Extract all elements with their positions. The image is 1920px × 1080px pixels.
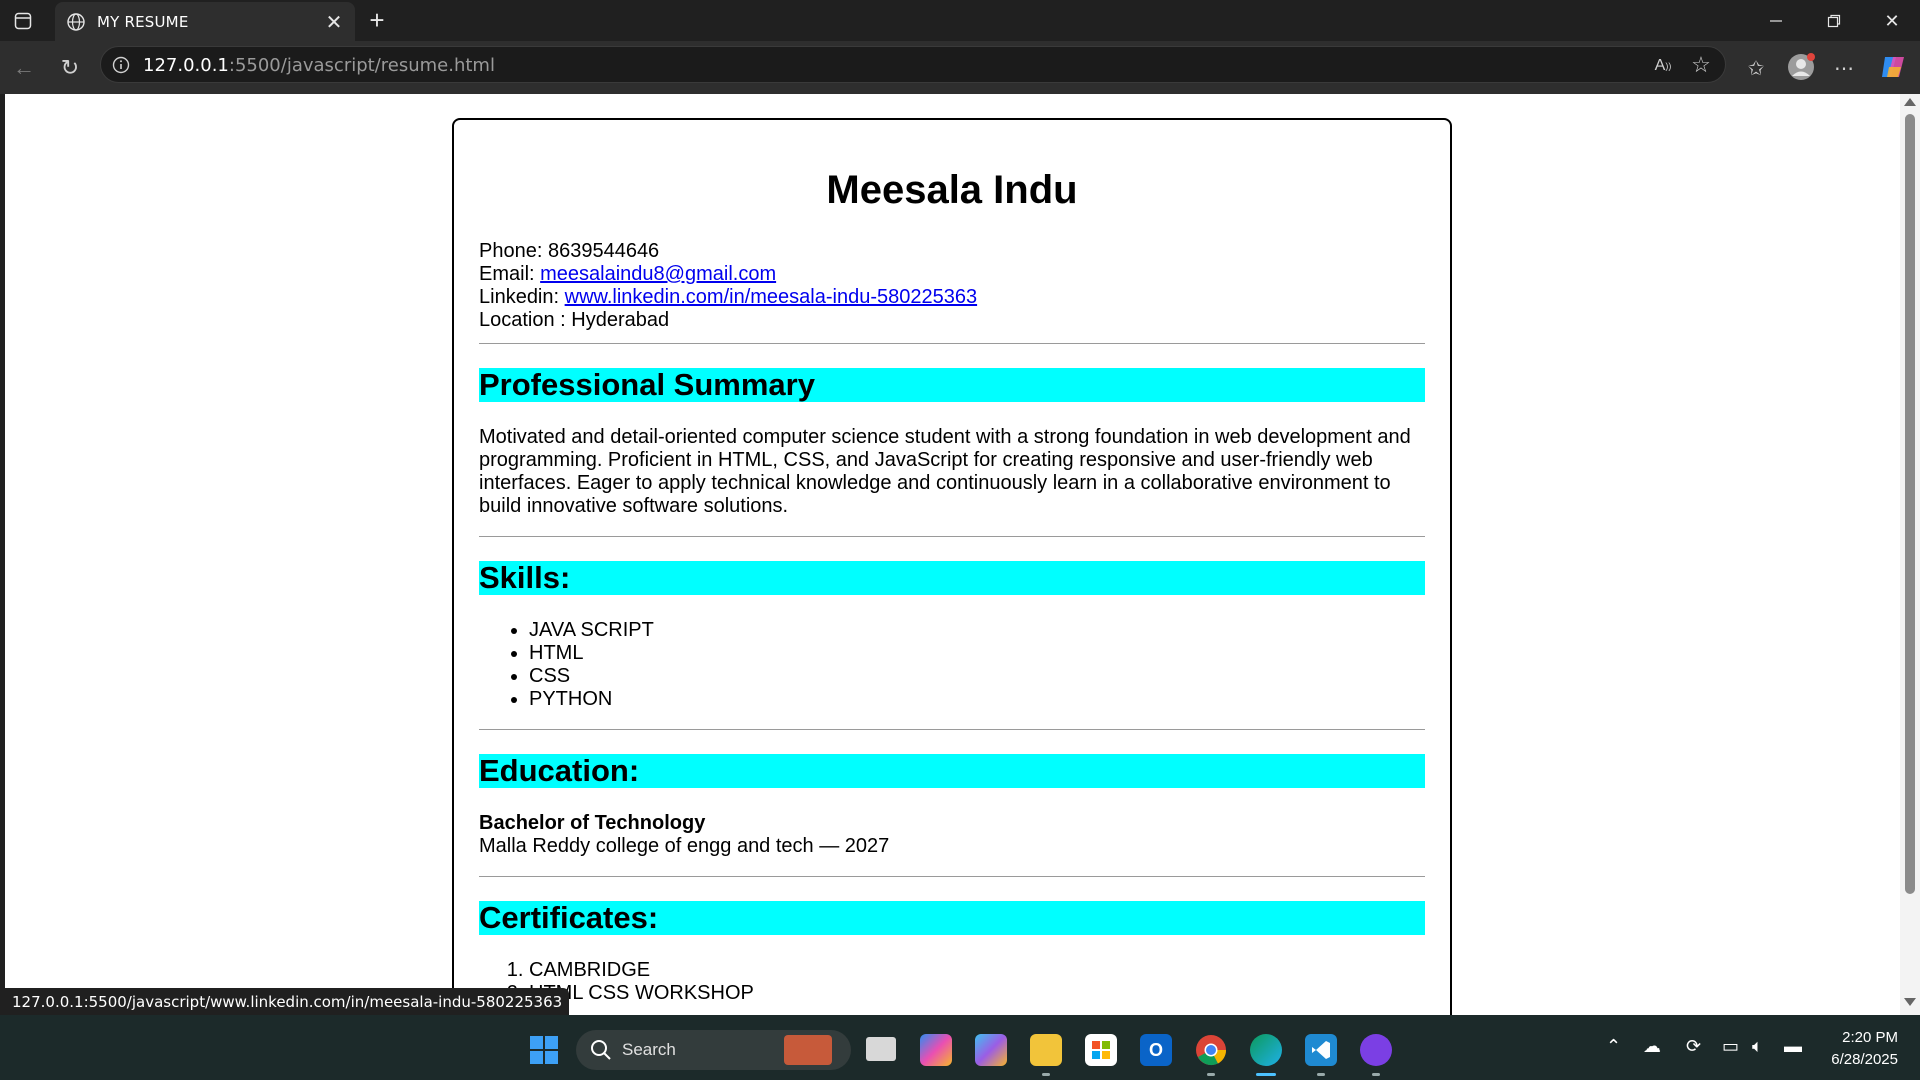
college: Malla Reddy college of engg and tech — 2… (479, 835, 890, 857)
windows-start-icon[interactable] (528, 1034, 560, 1066)
more-options-icon[interactable]: ⋯ (1830, 54, 1858, 82)
certificates-list: CAMBRIDGE HTML CSS WORKSHOP (479, 959, 1425, 1005)
summary-heading: Professional Summary (479, 368, 1425, 402)
skill-item: PYTHON (529, 688, 1425, 711)
clock-date[interactable]: 6/28/2025 (1820, 1051, 1898, 1068)
location-label: Location : (479, 309, 566, 331)
running-indicator (1372, 1073, 1380, 1076)
github-desktop-icon[interactable] (1360, 1034, 1392, 1066)
back-icon[interactable]: ← (10, 54, 38, 82)
show-hidden-icons[interactable]: ⌃ (1606, 1036, 1621, 1057)
taskbar: Search O ⌃ ☁ ⟳ ▭ 🔈︎ ▬ 2:20 PM 6/28/2025 (0, 1015, 1920, 1080)
search-highlight-image (784, 1035, 832, 1065)
chrome-icon[interactable] (1195, 1034, 1227, 1066)
certificates-heading: Certificates: (479, 901, 1425, 935)
minimize-icon[interactable] (1764, 9, 1788, 33)
summary-text: Motivated and detail-oriented computer s… (479, 426, 1411, 517)
email-label: Email: (479, 263, 535, 285)
read-aloud-icon[interactable]: A)) (1651, 54, 1675, 78)
divider (479, 729, 1425, 730)
taskbar-search[interactable]: Search (576, 1030, 851, 1070)
location-line: Location : Hyderabad (479, 309, 1425, 332)
scroll-up-icon[interactable] (1904, 98, 1916, 106)
skills-heading: Skills: (479, 561, 1425, 595)
contact-info: Phone: 8639544646 Email: meesalaindu8@gm… (479, 240, 1425, 332)
network-icon[interactable]: ▭ (1722, 1036, 1739, 1057)
sidebar-toggle-icon[interactable] (12, 10, 34, 32)
outlook-icon[interactable]: O (1140, 1034, 1172, 1066)
m365-icon[interactable] (975, 1034, 1007, 1066)
battery-icon[interactable]: ▬ (1784, 1036, 1802, 1057)
email-line: Email: meesalaindu8@gmail.com (479, 263, 1425, 286)
copilot-icon[interactable] (1878, 52, 1908, 82)
skills-list: JAVA SCRIPT HTML CSS PYTHON (479, 619, 1425, 711)
active-indicator (1256, 1073, 1276, 1076)
divider (479, 343, 1425, 344)
search-label: Search (622, 1040, 676, 1059)
onedrive-icon[interactable]: ☁ (1643, 1036, 1661, 1057)
tab-my-resume[interactable]: MY RESUME ✕ (55, 2, 355, 41)
vscode-icon[interactable] (1305, 1034, 1337, 1066)
resume-name: Meesala Indu (826, 168, 1078, 212)
page-scrollbar[interactable] (1900, 94, 1920, 1015)
skill-item: HTML (529, 642, 1425, 665)
edge-icon[interactable] (1250, 1034, 1282, 1066)
new-tab-icon[interactable]: + (364, 5, 390, 35)
phone-label: Phone: (479, 240, 543, 262)
url-text: 127.0.0.1:5500/javascript/resume.html (143, 55, 495, 76)
tab-title: MY RESUME (97, 13, 189, 31)
clock-time[interactable]: 2:20 PM (1836, 1029, 1898, 1046)
location-value: Hyderabad (571, 309, 670, 331)
certificate-item: CAMBRIDGE (529, 959, 1425, 982)
running-indicator (1317, 1073, 1325, 1076)
linkedin-line: Linkedin: www.linkedin.com/in/meesala-in… (479, 286, 1425, 309)
refresh-icon[interactable]: ↻ (56, 54, 84, 82)
linkedin-link[interactable]: www.linkedin.com/in/meesala-indu-5802253… (565, 286, 977, 308)
page-viewport: Meesala Indu Phone: 8639544646 Email: me… (5, 94, 1900, 1015)
resume-card: Meesala Indu Phone: 8639544646 Email: me… (452, 118, 1452, 1015)
scroll-thumb[interactable] (1905, 114, 1915, 894)
microsoft-store-icon[interactable] (1085, 1034, 1117, 1066)
volume-icon[interactable]: 🔈︎ (1752, 1036, 1763, 1057)
favorites-icon[interactable]: ✩ (1742, 54, 1770, 82)
url-host: 127.0.0.1 (143, 55, 229, 76)
site-info-icon[interactable] (111, 55, 131, 75)
linkedin-label: Linkedin: (479, 286, 560, 308)
globe-icon (65, 11, 87, 33)
divider (479, 876, 1425, 877)
divider (479, 536, 1425, 537)
profile-avatar[interactable] (1786, 52, 1816, 82)
link-status-tooltip: 127.0.0.1:5500/javascript/www.linkedin.c… (5, 988, 570, 1015)
phone-value: 8639544646 (547, 240, 660, 262)
scroll-down-icon[interactable] (1904, 998, 1916, 1006)
address-bar[interactable]: 127.0.0.1:5500/javascript/resume.html A)… (100, 46, 1726, 83)
running-indicator (1207, 1073, 1215, 1076)
skill-item: CSS (529, 665, 1425, 688)
skill-item: JAVA SCRIPT (529, 619, 1425, 642)
close-window-icon[interactable]: ✕ (1880, 9, 1904, 33)
close-tab-icon[interactable]: ✕ (323, 11, 345, 34)
copilot-app-icon[interactable] (920, 1034, 952, 1066)
restore-icon[interactable] (1822, 9, 1846, 33)
browser-toolbar: ← ↻ 127.0.0.1:5500/javascript/resume.htm… (0, 41, 1920, 94)
education-heading: Education: (479, 754, 1425, 788)
file-explorer-icon[interactable] (1030, 1034, 1062, 1066)
running-indicator (1042, 1073, 1050, 1076)
url-path: :5500/javascript/resume.html (228, 55, 495, 76)
favorite-star-icon[interactable]: ☆ (1689, 52, 1713, 77)
certificate-item: HTML CSS WORKSHOP (529, 982, 1425, 1005)
search-icon (590, 1039, 612, 1066)
sync-icon[interactable]: ⟳ (1686, 1036, 1701, 1057)
email-link[interactable]: meesalaindu8@gmail.com (540, 263, 776, 285)
phone-line: Phone: 8639544646 (479, 240, 1425, 263)
task-view-icon[interactable] (866, 1037, 896, 1061)
browser-title-bar: MY RESUME ✕ + ✕ (0, 0, 1920, 41)
degree: Bachelor of Technology (479, 812, 706, 834)
